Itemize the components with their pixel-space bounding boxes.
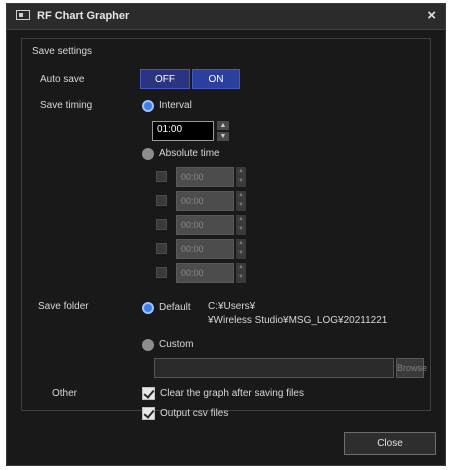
absolute-time-input[interactable]: 00:00 [176,191,234,211]
absolute-time-input[interactable]: 00:00 [176,263,234,283]
window-title: RF Chart Grapher [37,10,130,22]
spin-up-icon: ▲ [238,168,244,174]
custom-folder-radio[interactable] [142,339,154,351]
absolute-time-checkbox[interactable] [156,195,167,206]
other-label: Other [52,388,78,399]
interval-radio-label: Interval [159,100,192,111]
output-csv-label: Output csv files [160,408,229,419]
close-icon[interactable]: × [427,7,436,24]
save-folder-label: Save folder [38,301,89,312]
spin-up-icon: ▲ [238,240,244,246]
custom-path-input[interactable] [154,358,394,378]
interval-down-icon[interactable]: ▼ [217,132,229,141]
interval-radio[interactable] [142,100,154,112]
absolute-time-stepper[interactable]: ▲ ▼ [236,167,246,187]
default-path-line2: ¥Wireless Studio¥MSG_LOG¥20211221 [208,315,388,326]
window-icon [16,10,30,20]
auto-save-label: Auto save [40,74,85,85]
auto-save-off-button[interactable]: OFF [140,69,190,89]
absolute-time-checkbox[interactable] [156,219,167,230]
interval-time-stepper[interactable]: ▲ ▼ [217,121,229,141]
absolute-time-radio[interactable] [142,148,154,160]
spin-up-icon: ▲ [238,192,244,198]
absolute-time-input[interactable]: 00:00 [176,167,234,187]
save-timing-label: Save timing [40,100,93,111]
absolute-time-stepper[interactable]: ▲ ▼ [236,263,246,283]
absolute-time-checkbox[interactable] [156,243,167,254]
absolute-time-checkbox[interactable] [156,267,167,278]
auto-save-on-button[interactable]: ON [192,69,240,89]
output-csv-checkbox[interactable] [142,407,155,420]
default-folder-radio[interactable] [142,302,154,314]
absolute-time-stepper[interactable]: ▲ ▼ [236,239,246,259]
absolute-time-input[interactable]: 00:00 [176,239,234,259]
absolute-time-radio-label: Absolute time [159,148,220,159]
save-settings-group: Save settings Auto save OFF ON Save timi… [21,38,431,411]
custom-folder-radio-label: Custom [159,339,194,350]
absolute-time-stepper[interactable]: ▲ ▼ [236,215,246,235]
default-path-line1: C:¥Users¥ [208,301,256,312]
clear-graph-label: Clear the graph after saving files [160,388,304,399]
spin-down-icon: ▼ [238,178,244,184]
rf-chart-grapher-dialog: RF Chart Grapher × Save settings Auto sa… [6,3,446,466]
spin-down-icon: ▼ [238,274,244,280]
save-settings-title: Save settings [32,46,93,57]
spin-up-icon: ▲ [238,264,244,270]
spin-down-icon: ▼ [238,250,244,256]
clear-graph-checkbox[interactable] [142,387,155,400]
title-bar: RF Chart Grapher × [7,4,445,30]
absolute-time-stepper[interactable]: ▲ ▼ [236,191,246,211]
close-button[interactable]: Close [344,432,436,455]
spin-down-icon: ▼ [238,226,244,232]
browse-button[interactable]: Browse [396,358,427,378]
absolute-time-input[interactable]: 00:00 [176,215,234,235]
absolute-time-checkbox[interactable] [156,171,167,182]
spin-down-icon: ▼ [238,202,244,208]
default-folder-radio-label: Default [159,302,191,313]
spin-up-icon: ▲ [238,216,244,222]
interval-time-input[interactable]: 01:00 [152,121,214,141]
interval-up-icon[interactable]: ▲ [217,121,229,130]
